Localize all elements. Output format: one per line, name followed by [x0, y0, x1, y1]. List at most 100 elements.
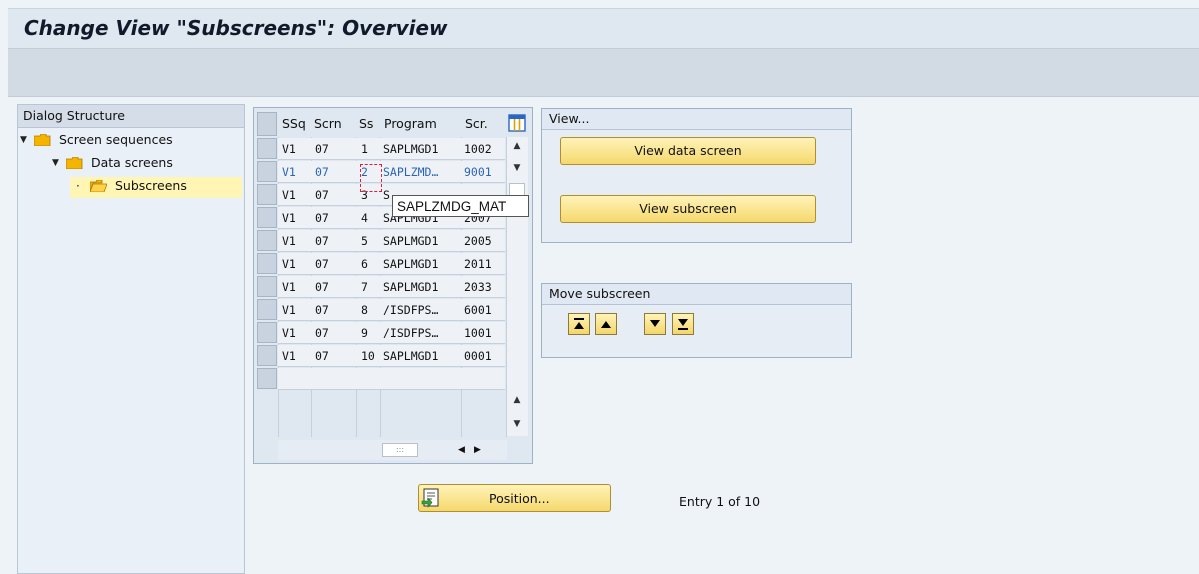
- view-subscreen-button[interactable]: View subscreen: [560, 195, 816, 223]
- scrn-cell[interactable]: 07: [315, 207, 359, 229]
- move-first-icon[interactable]: [568, 313, 590, 335]
- row-selector[interactable]: [257, 207, 277, 228]
- dialog-structure-title: Dialog Structure: [23, 108, 125, 123]
- ssq-cell[interactable]: V1: [282, 230, 312, 252]
- scr-cell[interactable]: 0001: [464, 345, 504, 367]
- ssq-cell[interactable]: V1: [282, 253, 312, 275]
- position-button-label: Position...: [489, 491, 550, 506]
- scr-cell[interactable]: 1001: [464, 322, 504, 344]
- column-header-ss[interactable]: Ss: [359, 112, 373, 136]
- column-header-ssq[interactable]: SSq: [282, 112, 306, 136]
- ss-cell[interactable]: 4: [361, 207, 381, 229]
- row-selector[interactable]: [257, 253, 277, 274]
- row-selector[interactable]: [257, 230, 277, 251]
- program-cell[interactable]: SAPLMGD1: [383, 345, 461, 367]
- scrn-cell[interactable]: 07: [315, 276, 359, 298]
- scroll-down-icon[interactable]: ▼: [509, 161, 525, 175]
- row-selector[interactable]: [257, 299, 277, 320]
- tree-item-label: Subscreens: [114, 178, 187, 193]
- ssq-cell[interactable]: V1: [282, 184, 312, 206]
- ssq-cell[interactable]: V1: [282, 276, 312, 298]
- scroll-up-icon[interactable]: ▲: [509, 139, 525, 153]
- move-down-icon[interactable]: [644, 313, 666, 335]
- view-group-header: View...: [542, 109, 851, 130]
- move-last-icon[interactable]: [672, 313, 694, 335]
- tooltip: SAPLZMDG_MAT: [392, 195, 529, 217]
- program-cell[interactable]: SAPLMGD1: [383, 230, 461, 252]
- position-button[interactable]: Position...: [418, 484, 611, 512]
- ss-cell[interactable]: 1: [361, 138, 381, 160]
- folder-icon: [33, 133, 51, 146]
- column-header-scrn[interactable]: Scrn: [314, 112, 342, 136]
- program-cell[interactable]: /ISDFPS…: [383, 299, 461, 321]
- view-data-screen-button[interactable]: View data screen: [560, 137, 816, 165]
- row-selector[interactable]: [257, 161, 277, 182]
- table-row[interactable]: [278, 368, 505, 390]
- expand-arrow-icon[interactable]: ▼: [52, 158, 62, 168]
- move-subscreen-title: Move subscreen: [549, 286, 651, 301]
- scr-cell[interactable]: 2033: [464, 276, 504, 298]
- ssq-cell[interactable]: V1: [282, 299, 312, 321]
- tree-item-subscreens[interactable]: · Subscreens: [70, 177, 242, 198]
- scrn-cell[interactable]: 07: [315, 253, 359, 275]
- scrn-cell[interactable]: 07: [315, 322, 359, 344]
- tree-item-screen-sequences[interactable]: ▼ Screen sequences: [20, 131, 242, 152]
- ss-cell[interactable]: 7: [361, 276, 381, 298]
- select-all-cell[interactable]: [257, 112, 277, 136]
- row-selector[interactable]: [257, 276, 277, 297]
- program-cell[interactable]: SAPLMGD1: [383, 276, 461, 298]
- expand-arrow-icon[interactable]: ▼: [20, 135, 30, 145]
- ss-cell[interactable]: 6: [361, 253, 381, 275]
- scrn-cell[interactable]: 07: [315, 161, 359, 183]
- ssq-cell[interactable]: V1: [282, 138, 312, 160]
- scr-cell[interactable]: 1002: [464, 138, 504, 160]
- scrn-cell[interactable]: 07: [315, 345, 359, 367]
- vertical-scrollbar[interactable]: ▲ ▼ ▲ ▼: [507, 137, 528, 436]
- row-selector[interactable]: [257, 322, 277, 343]
- scroll-down-icon[interactable]: ▼: [509, 417, 525, 431]
- scrn-cell[interactable]: 07: [315, 184, 359, 206]
- scroll-up-icon[interactable]: ▲: [509, 393, 525, 407]
- program-cell[interactable]: SAPLMGD1: [383, 253, 461, 275]
- ssq-cell[interactable]: V1: [282, 345, 312, 367]
- open-folder-icon: [89, 179, 108, 192]
- position-icon: [421, 487, 443, 509]
- ssq-cell[interactable]: V1: [282, 322, 312, 344]
- program-cell[interactable]: SAPLMGD1: [383, 138, 461, 160]
- ss-cell[interactable]: 9: [361, 322, 381, 344]
- scroll-right-icon[interactable]: ▶: [474, 443, 486, 457]
- dialog-structure-header: Dialog Structure: [17, 104, 245, 128]
- row-selector[interactable]: [257, 138, 277, 159]
- scrn-cell[interactable]: 07: [315, 138, 359, 160]
- toolbar: [8, 48, 1199, 97]
- row-selector[interactable]: [257, 184, 277, 205]
- ssq-cell[interactable]: V1: [282, 207, 312, 229]
- program-cell[interactable]: /ISDFPS…: [383, 322, 461, 344]
- horizontal-scrollbar[interactable]: ::: ◀ ▶: [278, 440, 507, 460]
- scroll-left-icon[interactable]: ◀: [458, 443, 470, 457]
- tree-item-label: Screen sequences: [58, 132, 173, 147]
- ss-cell[interactable]: 8: [361, 299, 381, 321]
- scr-cell[interactable]: 6001: [464, 299, 504, 321]
- tree-item-data-screens[interactable]: ▼ Data screens: [52, 154, 242, 175]
- program-cell[interactable]: SAPLZMD…: [383, 161, 461, 183]
- scr-cell[interactable]: 9001: [464, 161, 504, 183]
- row-selector[interactable]: [257, 368, 277, 389]
- scr-cell[interactable]: 2011: [464, 253, 504, 275]
- move-up-icon[interactable]: [595, 313, 617, 335]
- bullet-icon: ·: [76, 178, 80, 193]
- scr-cell[interactable]: 2005: [464, 230, 504, 252]
- entry-info: Entry 1 of 10: [679, 494, 761, 509]
- ss-cell[interactable]: 10: [361, 345, 381, 367]
- page-title: Change View "Subscreens": Overview: [24, 16, 448, 40]
- scrn-cell[interactable]: 07: [315, 230, 359, 252]
- scrn-cell[interactable]: 07: [315, 299, 359, 321]
- row-selector[interactable]: [257, 345, 277, 366]
- folder-icon: [65, 156, 83, 169]
- ssq-cell[interactable]: V1: [282, 161, 312, 183]
- ss-cell[interactable]: 5: [361, 230, 381, 252]
- column-header-program[interactable]: Program: [384, 112, 437, 136]
- table-settings-icon[interactable]: [508, 114, 526, 132]
- scroll-thumb[interactable]: :::: [382, 443, 418, 457]
- column-header-scr[interactable]: Scr.: [465, 112, 488, 136]
